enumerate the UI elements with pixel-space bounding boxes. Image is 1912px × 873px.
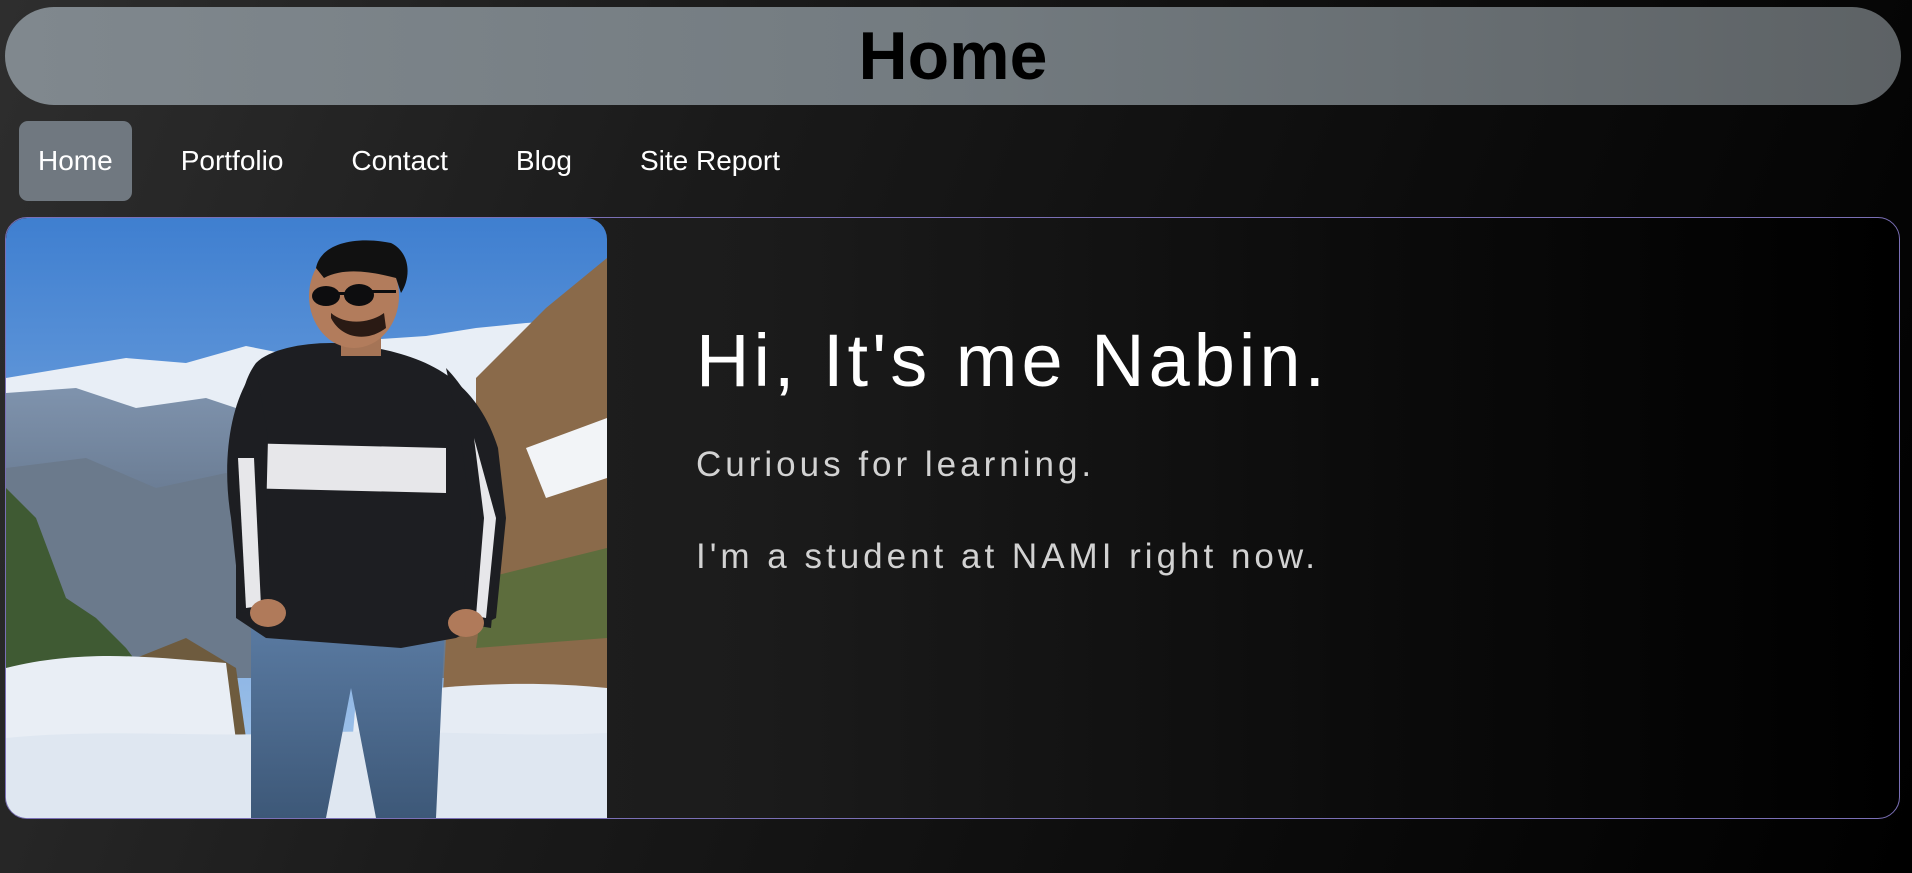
profile-photo <box>6 218 607 818</box>
intro-text: Hi, It's me Nabin. Curious for learning.… <box>696 318 1329 577</box>
intro-status: I'm a student at NAMI right now. <box>696 537 1319 576</box>
main-nav: Home Portfolio Contact Blog Site Report <box>19 121 829 201</box>
intro-heading: Hi, It's me Nabin. <box>696 319 1330 402</box>
nav-item-contact[interactable]: Contact <box>332 121 467 201</box>
profile-card: Hi, It's me Nabin. Curious for learning.… <box>5 217 1900 819</box>
page-header: Home <box>5 7 1901 105</box>
intro-tagline: Curious for learning. <box>696 445 1096 484</box>
nav-item-site-report[interactable]: Site Report <box>621 121 799 201</box>
nav-item-home[interactable]: Home <box>19 121 132 201</box>
page-title: Home <box>858 18 1048 94</box>
nav-item-portfolio[interactable]: Portfolio <box>162 121 303 201</box>
nav-item-blog[interactable]: Blog <box>497 121 591 201</box>
